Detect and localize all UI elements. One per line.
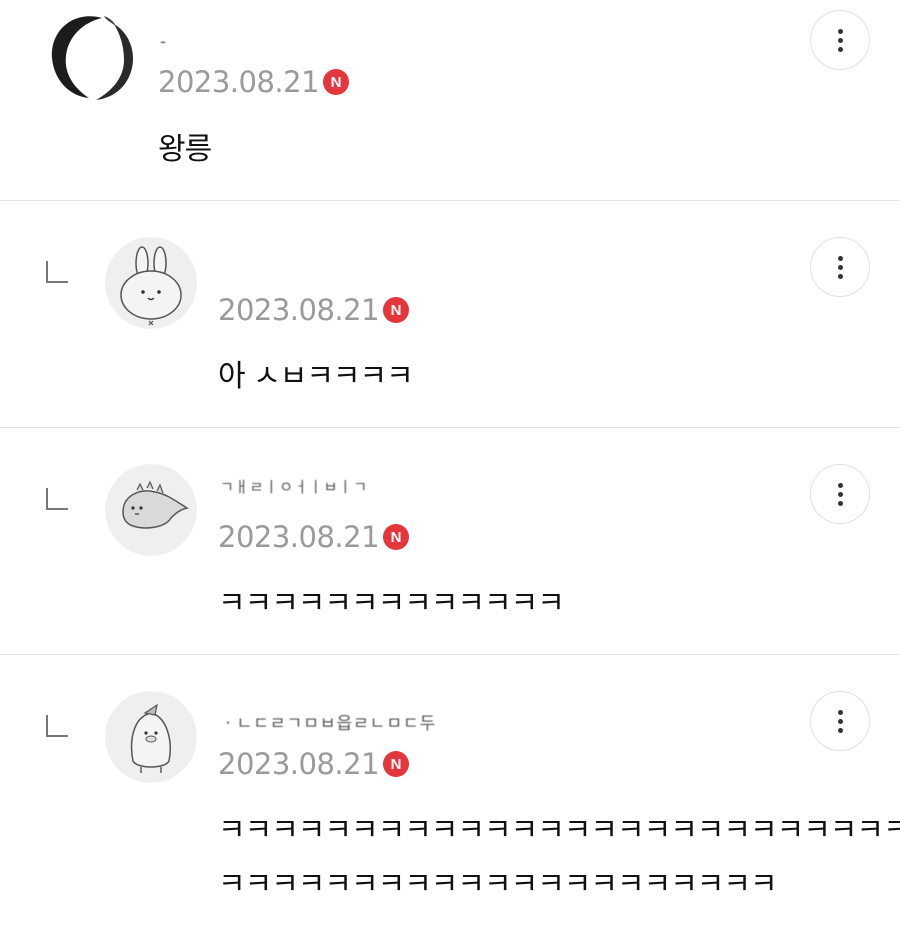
comment-date: 2023.08.21: [218, 747, 380, 781]
reply-comment-item: ㆍㄴㄷㄹㄱㅁㅂ읍ㄹㄴㅁㄷ두 2023.08.21 N ㅋㅋㅋㅋㅋㅋㅋㅋㅋㅋㅋㅋㅋ…: [0, 655, 900, 930]
comment-date: 2023.08.21: [218, 293, 380, 327]
comment-meta: 2023.08.21 N: [218, 746, 410, 782]
new-badge: N: [323, 69, 350, 95]
comment-text: ㅋㅋㅋㅋㅋㅋㅋㅋㅋㅋㅋㅋㅋㅋㅋㅋㅋㅋㅋㅋㅋㅋㅋㅋㅋㅋ: [218, 813, 900, 848]
new-badge: N: [383, 524, 410, 550]
more-vertical-icon: [837, 709, 843, 715]
more-vertical-icon: [837, 482, 843, 488]
bunny-avatar-icon[interactable]: [105, 237, 197, 329]
more-options-button[interactable]: [810, 691, 870, 751]
reply-arrow-icon: [46, 261, 68, 283]
new-badge: N: [383, 751, 410, 777]
comment-text: 왕릉: [158, 132, 212, 167]
reply-arrow-icon: [46, 488, 68, 510]
penguin-avatar-icon[interactable]: [105, 691, 197, 783]
comment-author[interactable]: -: [160, 32, 167, 52]
new-badge: N: [383, 297, 410, 323]
more-options-button[interactable]: [810, 10, 870, 70]
more-options-button[interactable]: [810, 464, 870, 524]
comment-text: 아 ㅅㅂㅋㅋㅋㅋ: [218, 359, 414, 394]
more-options-button[interactable]: [810, 237, 870, 297]
comment-text: ㅋㅋㅋㅋㅋㅋㅋㅋㅋㅋㅋㅋㅋㅋㅋㅋㅋㅋㅋㅋㅋ: [218, 867, 778, 902]
comment-date: 2023.08.21: [158, 65, 320, 99]
more-vertical-icon: [837, 255, 843, 261]
comment-author[interactable]: ㄱㅐㄹㅣㅇㅓㅣㅂㅣㄱ: [220, 476, 368, 497]
profile-photo-icon[interactable]: [44, 10, 138, 104]
comment-author[interactable]: ㆍㄴㄷㄹㄱㅁㅂ읍ㄹㄴㅁㄷ두: [220, 709, 436, 734]
comment-date: 2023.08.21: [218, 520, 380, 554]
more-vertical-icon: [837, 28, 843, 34]
reply-arrow-icon: [46, 715, 68, 737]
reply-comment-item: ㄱㅐㄹㅣㅇㅓㅣㅂㅣㄱ 2023.08.21 N ㅋㅋㅋㅋㅋㅋㅋㅋㅋㅋㅋㅋㅋ: [0, 428, 900, 654]
dinosaur-avatar-icon[interactable]: [105, 464, 197, 556]
comment-meta: 2023.08.21 N: [218, 292, 410, 328]
comment-text: ㅋㅋㅋㅋㅋㅋㅋㅋㅋㅋㅋㅋㅋ: [218, 586, 565, 621]
reply-comment-item: 2023.08.21 N 아 ㅅㅂㅋㅋㅋㅋ: [0, 201, 900, 427]
comment-item: - 2023.08.21 N 왕릉: [0, 0, 900, 200]
comment-meta: 2023.08.21 N: [158, 64, 350, 100]
comment-meta: 2023.08.21 N: [218, 519, 410, 555]
